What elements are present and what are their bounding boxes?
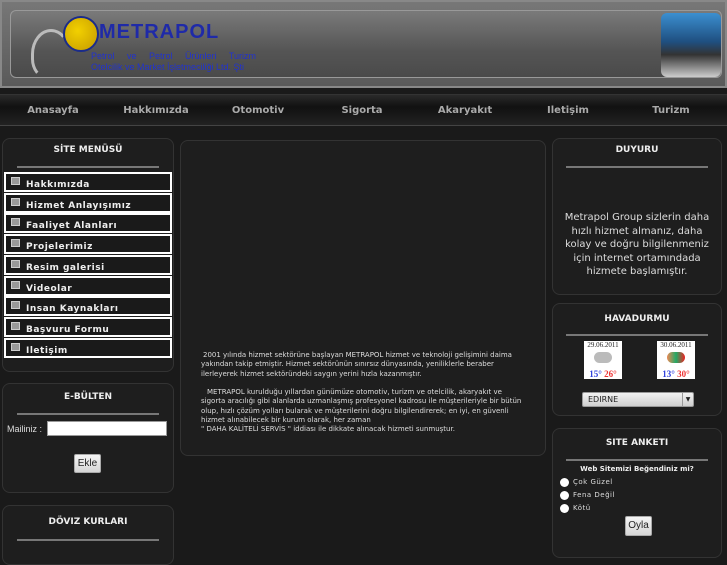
nav-otomotiv[interactable]: Otomotiv bbox=[232, 105, 284, 116]
arrow-icon bbox=[11, 280, 20, 289]
arrow-icon bbox=[11, 321, 20, 330]
oyla-button[interactable]: Oyla bbox=[625, 516, 652, 536]
eye-image bbox=[661, 13, 721, 77]
arrow-icon bbox=[11, 342, 20, 351]
main-content-panel: 2001 yılında hizmet sektörüne başlayan M… bbox=[180, 140, 546, 456]
menu-item-label: Resim galerisi bbox=[26, 262, 105, 273]
menu-item-label: Insan Kaynakları bbox=[26, 304, 119, 315]
arrow-icon bbox=[11, 197, 20, 206]
menu-item[interactable]: Resim galerisi bbox=[4, 254, 172, 275]
menu-item[interactable]: Hakkımızda bbox=[4, 172, 172, 192]
divider bbox=[566, 166, 708, 168]
city-select[interactable]: EDIRNE ▼ bbox=[582, 392, 694, 407]
weather-day-1: 29.06.2011 15° 26° bbox=[584, 341, 622, 379]
tagline-1: Petrol ve Petrol Ürünleri Turizm bbox=[91, 51, 257, 61]
intro-paragraph-3: " DAHA KALİTELİ SERVİS " iddiası ile dik… bbox=[201, 425, 455, 434]
duyuru-panel: DUYURU Metrapol Group sizlerin daha hızl… bbox=[552, 138, 722, 295]
poll-option-radio[interactable] bbox=[560, 491, 569, 500]
weather-low: 13° bbox=[662, 369, 675, 379]
weather-date: 29.06.2011 bbox=[587, 341, 619, 349]
weather-low: 15° bbox=[589, 369, 602, 379]
email-input[interactable] bbox=[47, 421, 167, 436]
nav-sigorta[interactable]: Sigorta bbox=[341, 105, 382, 116]
menu-item-label: Videolar bbox=[26, 283, 73, 294]
menu-item[interactable]: Hizmet Anlayışımız bbox=[4, 192, 172, 213]
cloud-icon bbox=[594, 352, 612, 363]
arrow-icon bbox=[11, 177, 20, 185]
anket-panel: SITE ANKETI Web Sitemizi Beğendiniz mi? … bbox=[552, 428, 722, 558]
menu-item-label: Faaliyet Alanları bbox=[26, 221, 118, 232]
arrow-icon bbox=[11, 259, 20, 268]
intro-paragraph-1: 2001 yılında hizmet sektörüne başlayan M… bbox=[201, 351, 512, 378]
doviz-panel: DÖVIZ KURLARI bbox=[2, 505, 174, 565]
anket-title: SITE ANKETI bbox=[605, 438, 669, 448]
divider bbox=[566, 459, 708, 461]
arrow-icon bbox=[11, 301, 20, 310]
poll-option-label: Kötü bbox=[573, 504, 591, 512]
menu-item[interactable]: Başvuru Formu bbox=[4, 316, 172, 337]
menu-item[interactable]: Projelerimiz bbox=[4, 234, 172, 255]
weather-high: 26° bbox=[604, 369, 617, 379]
poll-option-label: Çok Güzel bbox=[573, 478, 613, 486]
nav-anasayfa[interactable]: Anasayfa bbox=[27, 105, 79, 116]
poll-option-label: Fena Değil bbox=[573, 491, 615, 499]
nav-hakkimizda[interactable]: Hakkımızda bbox=[123, 105, 188, 116]
intro-text: 2001 yılında hizmet sektörüne başlayan M… bbox=[201, 351, 526, 435]
nav-akaryakit[interactable]: Akaryakıt bbox=[438, 105, 492, 116]
header-inner: METRAPOL Petrol ve Petrol Ürünleri Turiz… bbox=[10, 10, 722, 79]
arrow-icon bbox=[11, 239, 20, 248]
menu-item-label: Hakkımızda bbox=[26, 180, 90, 190]
doviz-title: DÖVIZ KURLARI bbox=[48, 517, 128, 527]
site-menu-title: SİTE MENÜSÜ bbox=[53, 145, 123, 155]
ekle-button[interactable]: Ekle bbox=[74, 454, 101, 473]
ebulten-title: E-BÜLTEN bbox=[63, 392, 113, 402]
logo-globe-icon bbox=[63, 16, 99, 52]
menu-item-label: Iletişim bbox=[26, 345, 68, 356]
weather-day-2: 30.06.2011 13° 30° bbox=[657, 341, 695, 379]
arrow-icon bbox=[11, 218, 20, 227]
top-nav: Anasayfa Hakkımızda Otomotiv Sigorta Aka… bbox=[0, 94, 727, 126]
brand-name: METRAPOL bbox=[99, 21, 220, 43]
nav-iletisim[interactable]: Iletişim bbox=[547, 105, 589, 116]
poll-option-radio[interactable] bbox=[560, 478, 569, 487]
nav-turizm[interactable]: Turizm bbox=[652, 105, 689, 116]
intro-paragraph-2: METRAPOL kurulduğu yıllardan günümüze ot… bbox=[201, 388, 522, 425]
poll-option-radio[interactable] bbox=[560, 504, 569, 513]
ebulten-panel: E-BÜLTEN Mailiniz : Ekle bbox=[2, 383, 174, 493]
divider bbox=[16, 539, 160, 541]
weather-high: 30° bbox=[677, 369, 690, 379]
menu-item[interactable]: Insan Kaynakları bbox=[4, 296, 172, 317]
email-label: Mailiniz : bbox=[7, 424, 43, 434]
duyuru-text: Metrapol Group sizlerin daha hızlı hizme… bbox=[564, 212, 710, 277]
header-banner: METRAPOL Petrol ve Petrol Ürünleri Turiz… bbox=[0, 0, 727, 88]
menu-item-label: Başvuru Formu bbox=[26, 324, 110, 335]
divider bbox=[16, 166, 160, 168]
havadurmu-title: HAVADURMU bbox=[604, 314, 670, 324]
poll-question: Web Sitemizi Beğendiniz mi? bbox=[580, 465, 694, 473]
menu-item[interactable]: Videolar bbox=[4, 275, 172, 296]
tagline-2: Otelcilik ve Market İşletmeciliği Ltd. Ş… bbox=[91, 62, 245, 72]
storm-icon bbox=[667, 352, 685, 363]
weather-date: 30.06.2011 bbox=[660, 341, 692, 349]
divider bbox=[16, 413, 160, 415]
duyuru-title: DUYURU bbox=[615, 145, 659, 155]
city-select-value: EDIRNE bbox=[588, 395, 619, 404]
menu-item-label: Hizmet Anlayışımız bbox=[26, 200, 132, 211]
chevron-down-icon[interactable]: ▼ bbox=[682, 393, 693, 406]
havadurmu-panel: HAVADURMU 29.06.2011 15° 26° 30.06.2011 … bbox=[552, 303, 722, 416]
menu-item[interactable]: Faaliyet Alanları bbox=[4, 213, 172, 234]
divider bbox=[566, 334, 708, 336]
menu-item-label: Projelerimiz bbox=[26, 242, 93, 253]
menu-item[interactable]: Iletişim bbox=[4, 337, 172, 358]
